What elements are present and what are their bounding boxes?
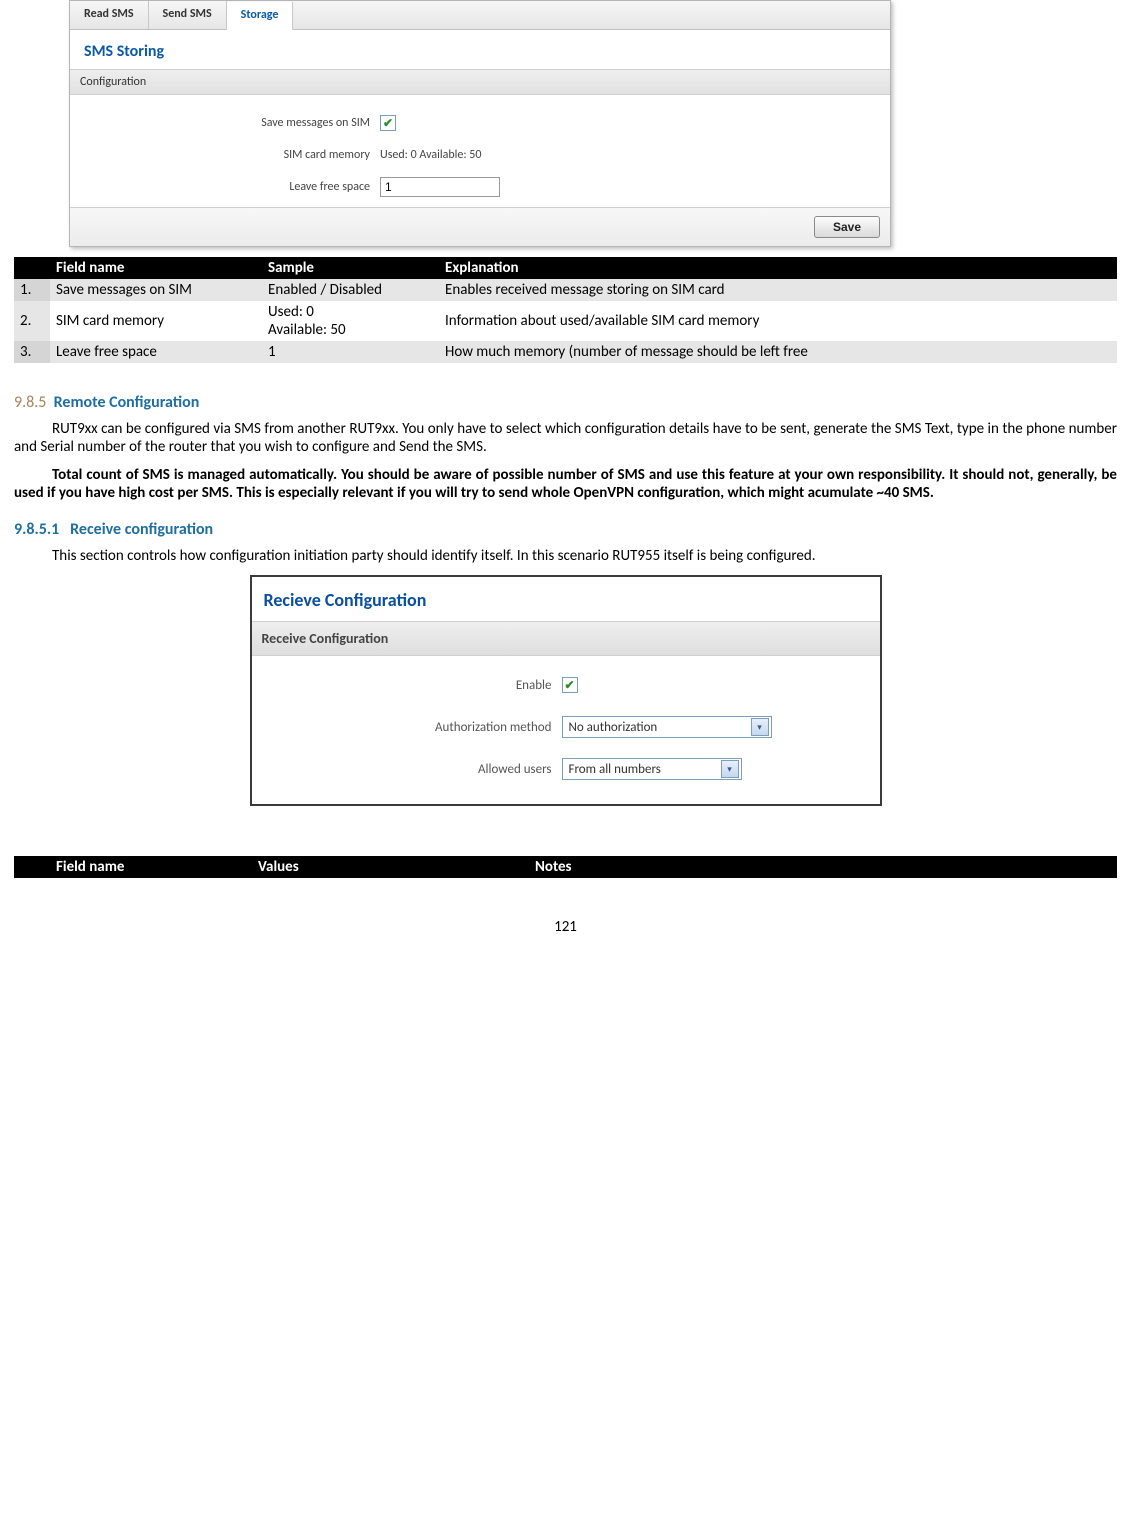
- cell-sample: Enabled / Disabled: [262, 279, 439, 301]
- label-allowed-users: Allowed users: [252, 762, 562, 777]
- label-leave-free: Leave free space: [70, 180, 380, 194]
- dropdown-auth-method[interactable]: No authorization ▾: [562, 716, 772, 738]
- subheading-num: 9.8.5.1: [14, 520, 59, 539]
- checkbox-enable[interactable]: ✔: [562, 677, 578, 693]
- dropdown-allowed-users[interactable]: From all numbers ▾: [562, 758, 742, 780]
- th-blank: [14, 257, 50, 279]
- tab-storage[interactable]: Storage: [227, 2, 294, 30]
- th-notes: Notes: [529, 856, 1117, 878]
- th-values: Values: [252, 856, 529, 878]
- cell-explain: Enables received message storing on SIM …: [439, 279, 1117, 301]
- cell-sample: Used: 0 Available: 50: [262, 301, 439, 341]
- section-head-receive: Receive Configuration: [252, 621, 880, 656]
- th-sample: Sample: [262, 257, 439, 279]
- panel-title: Recieve Configuration: [252, 577, 880, 621]
- label-enable: Enable: [252, 678, 562, 693]
- label-auth-method: Authorization method: [252, 720, 562, 735]
- page-number: 121: [14, 918, 1117, 936]
- th-explanation: Explanation: [439, 257, 1117, 279]
- dropdown-value: No authorization: [569, 720, 658, 735]
- cell-field: SIM card memory: [50, 301, 262, 341]
- cell-idx: 1.: [14, 279, 50, 301]
- save-button[interactable]: Save: [814, 216, 880, 238]
- tab-send-sms[interactable]: Send SMS: [149, 1, 227, 29]
- chevron-down-icon: ▾: [751, 718, 769, 736]
- heading-title: Remote Configuration: [54, 393, 200, 412]
- input-leave-free[interactable]: [380, 177, 500, 197]
- table-row: 1. Save messages on SIM Enabled / Disabl…: [14, 279, 1117, 301]
- label-save-on-sim: Save messages on SIM: [70, 116, 380, 130]
- table-row: 3. Leave free space 1 How much memory (n…: [14, 341, 1117, 363]
- heading-num: 9.8.5: [14, 393, 46, 412]
- label-sim-memory: SIM card memory: [70, 148, 380, 162]
- section-head-configuration: Configuration: [70, 69, 890, 95]
- tab-read-sms[interactable]: Read SMS: [70, 1, 149, 29]
- receive-config-panel: Recieve Configuration Receive Configurat…: [250, 575, 882, 806]
- cell-field: Leave free space: [50, 341, 262, 363]
- cell-explain: Information about used/available SIM car…: [439, 301, 1117, 341]
- panel-title: SMS Storing: [70, 30, 890, 69]
- cell-idx: 3.: [14, 341, 50, 363]
- heading-9-8-5: 9.8.5 Remote Configuration: [14, 393, 1117, 412]
- para-receive-config: This section controls how configuration …: [14, 547, 1117, 565]
- cell-field: Save messages on SIM: [50, 279, 262, 301]
- chevron-down-icon: ▾: [721, 760, 739, 778]
- table-row: 2. SIM card memory Used: 0 Available: 50…: [14, 301, 1117, 341]
- table-receive-config-fields: Field name Values Notes: [14, 856, 1117, 878]
- cell-explain: How much memory (number of message shoul…: [439, 341, 1117, 363]
- checkbox-save-on-sim[interactable]: ✔: [380, 115, 396, 131]
- para-remote-config-2: Total count of SMS is managed automatica…: [14, 466, 1117, 502]
- footer-bar: Save: [70, 207, 890, 246]
- th-fieldname: Field name: [50, 257, 262, 279]
- dropdown-value: From all numbers: [569, 762, 661, 777]
- value-sim-memory: Used: 0 Available: 50: [380, 148, 481, 162]
- sms-storing-panel: Read SMS Send SMS Storage SMS Storing Co…: [69, 0, 891, 247]
- tab-bar: Read SMS Send SMS Storage: [70, 1, 890, 30]
- cell-idx: 2.: [14, 301, 50, 341]
- para-remote-config-1: RUT9xx can be configured via SMS from an…: [14, 420, 1117, 456]
- subheading-title: Receive configuration: [70, 520, 213, 539]
- th-fieldname: Field name: [50, 856, 252, 878]
- heading-9-8-5-1: 9.8.5.1 Receive configuration: [14, 520, 1117, 539]
- th-blank: [14, 856, 50, 878]
- cell-sample: 1: [262, 341, 439, 363]
- form-area: Save messages on SIM ✔ SIM card memory U…: [70, 95, 890, 207]
- table-sms-storing-fields: Field name Sample Explanation 1. Save me…: [14, 257, 1117, 363]
